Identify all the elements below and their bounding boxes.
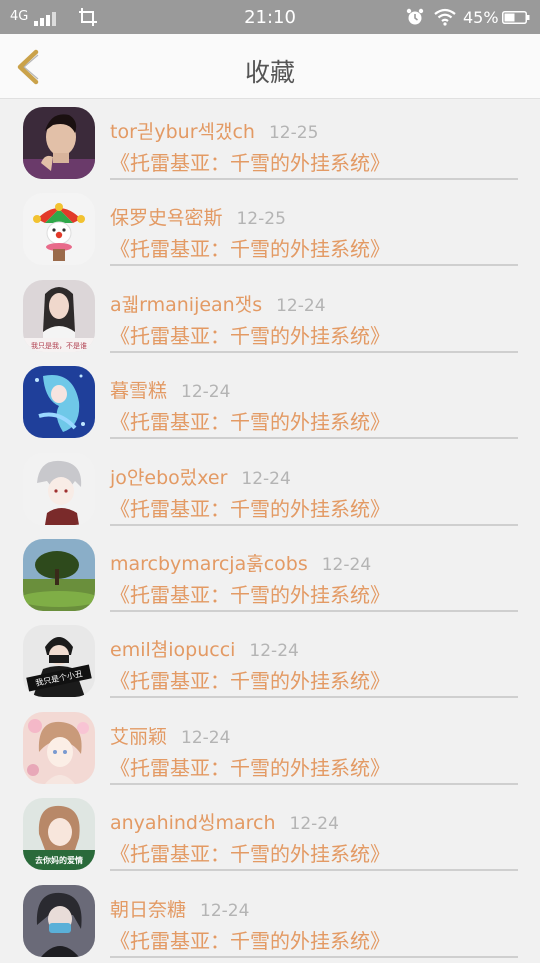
- header-bar: 收藏: [0, 34, 540, 99]
- anime-mermaid-avatar[interactable]: [23, 366, 95, 439]
- masked-girl-avatar[interactable]: [23, 884, 95, 957]
- anime-white-hair-avatar[interactable]: [23, 452, 95, 525]
- book-title[interactable]: 《托雷基亚：千雪的外挂系统》: [110, 406, 390, 435]
- list-item[interactable]: 去你妈的爱情 anyahind씽march 12-24 《托雷基亚：千雪的外挂系统…: [0, 790, 540, 876]
- avatar-caption: 我只是我，不是谁: [31, 341, 87, 350]
- divider: [110, 869, 518, 872]
- username[interactable]: marcbymarcja훍cobs 12-24: [110, 549, 371, 576]
- book-title[interactable]: 《托雷基亚：千雪的外挂系统》: [110, 233, 390, 262]
- divider: [110, 696, 518, 699]
- username[interactable]: anyahind씽march 12-24: [110, 808, 339, 835]
- divider: [110, 523, 518, 526]
- tree-landscape-avatar[interactable]: [23, 538, 95, 611]
- date-label: 12-25: [236, 209, 286, 230]
- username[interactable]: a궯rmanijean잿s 12-24: [110, 290, 326, 317]
- list-item[interactable]: 我只是个小丑 emil쳠iopucci 12-24 《托雷基亚：千雪的外挂系统》: [0, 617, 540, 703]
- alarm-icon: [406, 8, 424, 25]
- girl-photo-avatar[interactable]: 我只是我，不是谁: [23, 279, 95, 352]
- clock: 21:10: [244, 7, 296, 28]
- date-label: 12-24: [321, 554, 372, 575]
- favorites-list: tor긛ybur섹갰ch 12-25 《托雷基亚：千雪的外挂系统》 保罗史욕密斯 1…: [0, 99, 540, 963]
- divider: [110, 264, 518, 267]
- book-title[interactable]: 《托雷基亚：千雪的外挂系统》: [110, 493, 390, 522]
- list-item[interactable]: 我只是我，不是谁 a궯rmanijean잿s 12-24 《托雷基亚：千雪的外挂系…: [0, 272, 540, 358]
- username[interactable]: 朝日奈糖 12-24: [110, 895, 249, 922]
- list-item[interactable]: 艾丽颖 12-24 《托雷基亚：千雪的外挂系统》: [0, 704, 540, 790]
- divider: [110, 178, 518, 180]
- book-title[interactable]: 《托雷基亚：千雪的外挂系统》: [110, 925, 390, 954]
- man-portrait-avatar[interactable]: [23, 107, 95, 179]
- divider: [110, 437, 518, 440]
- username[interactable]: 保罗史욕密斯 12-25: [110, 203, 286, 230]
- clown-avatar[interactable]: [23, 193, 95, 266]
- date-label: 12-24: [249, 641, 299, 662]
- username[interactable]: jo얀ebo렀xer 12-24: [110, 463, 291, 490]
- divider: [110, 782, 518, 785]
- date-label: 12-25: [268, 123, 319, 143]
- date-label: 12-24: [181, 727, 231, 748]
- list-item[interactable]: jo얀ebo렀xer 12-24 《托雷基亚：千雪的外挂系统》: [0, 445, 540, 531]
- divider: [110, 955, 518, 958]
- date-label: 12-24: [276, 295, 326, 316]
- username[interactable]: tor긛ybur섹갰ch 12-25: [110, 117, 318, 144]
- page-title: 收藏: [244, 58, 295, 87]
- date-label: 12-24: [289, 814, 339, 835]
- girl-selfie-avatar[interactable]: 去你妈的爱情: [23, 798, 95, 871]
- date-label: 12-24: [241, 468, 291, 489]
- book-title[interactable]: 《托雷基亚：千雪的外挂系统》: [110, 838, 390, 867]
- username[interactable]: emil쳠iopucci 12-24: [110, 635, 299, 662]
- anime-girl-flowers-avatar[interactable]: [23, 711, 95, 784]
- status-bar: 4G 21:10 45%: [0, 0, 540, 34]
- book-title[interactable]: 《托雷基亚：千雪的外挂系统》: [110, 147, 390, 176]
- divider: [110, 609, 518, 612]
- list-item[interactable]: 朝日奈糖 12-24 《托雷基亚：千雪的外挂系统》: [0, 877, 540, 963]
- battery-icon: [502, 11, 530, 24]
- book-title[interactable]: 《托雷基亚：千雪的外挂系统》: [110, 579, 390, 608]
- avatar-caption: 去你妈的爱情: [35, 855, 83, 865]
- book-title[interactable]: 《托雷基亚：千雪的外挂系统》: [110, 665, 390, 694]
- wifi-icon: [434, 8, 456, 26]
- book-title[interactable]: 《托雷基亚：千雪的外挂系统》: [110, 320, 390, 349]
- list-item[interactable]: tor긛ybur섹갰ch 12-25 《托雷基亚：千雪的外挂系统》: [0, 99, 540, 185]
- list-item[interactable]: 暮雪糕 12-24 《托雷基亚：千雪的外挂系统》: [0, 358, 540, 444]
- book-title[interactable]: 《托雷基亚：千雪的外挂系统》: [110, 752, 390, 781]
- list-item[interactable]: 保罗史욕密斯 12-25 《托雷基亚：千雪的外挂系统》: [0, 185, 540, 271]
- date-label: 12-24: [181, 382, 231, 403]
- list-item[interactable]: marcbymarcja훍cobs 12-24 《托雷基亚：千雪的外挂系统》: [0, 531, 540, 617]
- date-label: 12-24: [200, 900, 250, 921]
- masked-person-avatar[interactable]: 我只是个小丑: [23, 625, 95, 698]
- battery-percentage: 45%: [463, 8, 499, 27]
- divider: [110, 350, 518, 353]
- username[interactable]: 艾丽颖 12-24: [110, 722, 230, 749]
- username[interactable]: 暮雪糕 12-24: [110, 376, 230, 403]
